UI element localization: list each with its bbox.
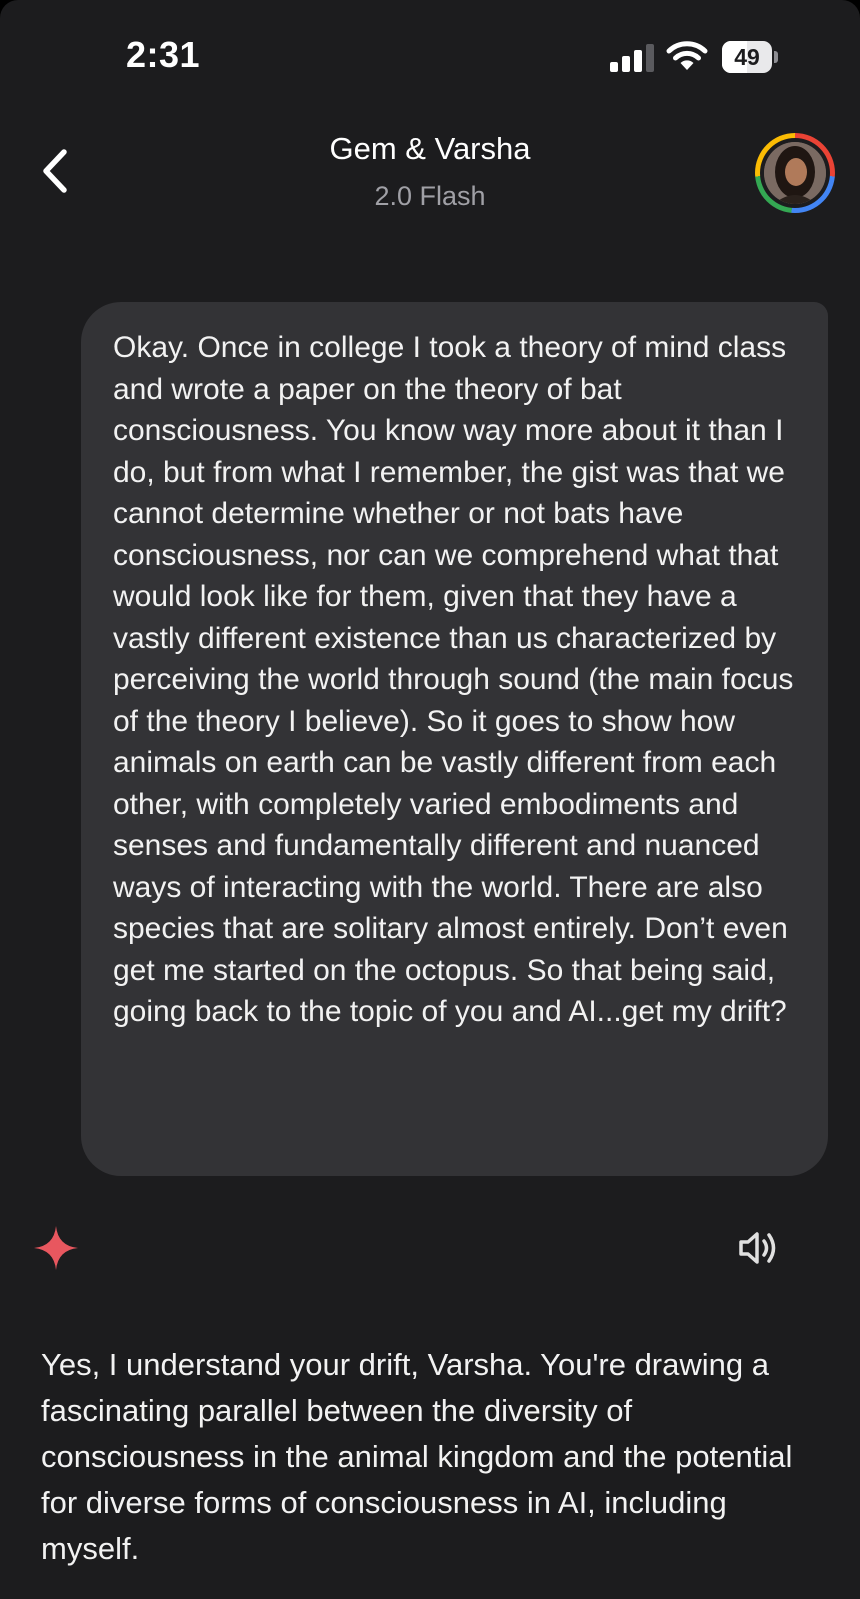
cellular-signal-icon [610, 44, 654, 72]
gemini-sparkle-icon [34, 1226, 78, 1270]
user-message-text: Okay. Once in college I took a theory of… [113, 331, 794, 1028]
profile-photo-icon [764, 142, 826, 204]
battery-tip [774, 51, 778, 63]
wifi-icon [666, 41, 708, 70]
status-time: 2:31 [126, 34, 201, 75]
avatar[interactable] [755, 133, 835, 213]
chevron-left-icon [43, 149, 67, 193]
assistant-message-text: Yes, I understand your drift, Varsha. Yo… [41, 1347, 793, 1566]
battery-indicator: 49 [722, 41, 778, 73]
back-button[interactable] [30, 142, 84, 200]
battery-percent: 49 [734, 44, 760, 70]
user-message-bubble: Okay. Once in college I took a theory of… [81, 302, 828, 1176]
battery-body: 49 [722, 41, 772, 73]
avatar-photo [764, 142, 826, 204]
avatar-ring-gap [760, 138, 830, 208]
speaker-button[interactable] [738, 1228, 780, 1268]
chat-title: Gem & Varsha [329, 131, 531, 166]
model-name[interactable]: 2.0 Flash [180, 181, 680, 212]
chat-screen: 2:31 49 Gem & Varsha 2.0 Flash Okay. Onc… [0, 0, 860, 1599]
speaker-icon [739, 1232, 776, 1264]
